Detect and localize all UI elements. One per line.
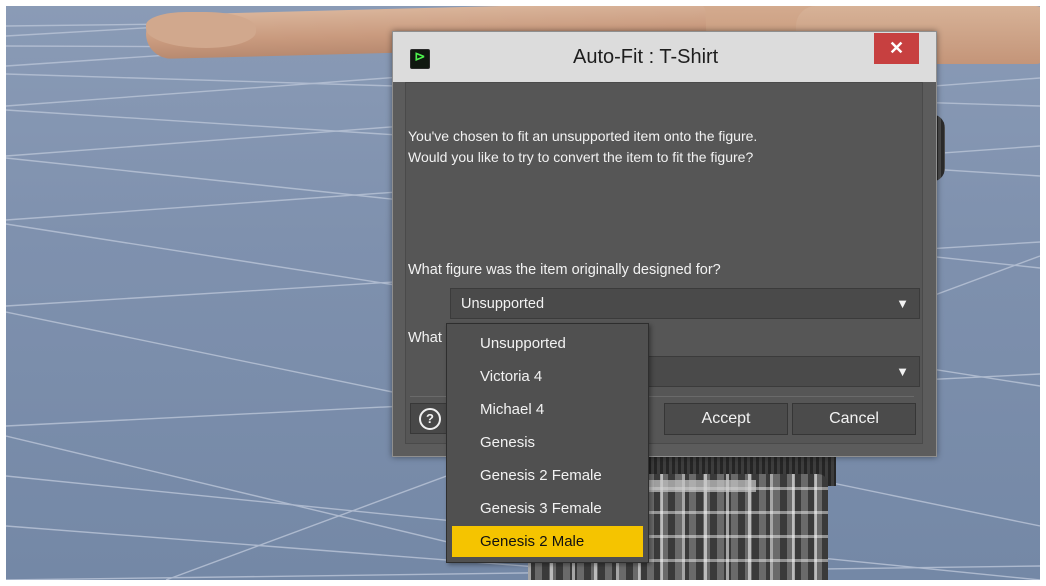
help-button[interactable]: ? [410, 403, 450, 434]
close-icon: ✕ [888, 38, 905, 58]
cancel-button[interactable]: Cancel [792, 403, 916, 435]
message-line-1: You've chosen to fit an unsupported item… [408, 128, 758, 144]
original-figure-select-value: Unsupported [461, 296, 545, 312]
chevron-down-icon: ▼ [896, 364, 909, 379]
help-icon: ? [419, 407, 441, 430]
message-line-2: Would you like to try to convert the ite… [408, 149, 754, 165]
dropdown-option-genesis-3-female[interactable]: Genesis 3 Female [452, 493, 643, 524]
dialog-message: You've chosen to fit an unsupported item… [408, 126, 908, 168]
original-figure-select[interactable]: Unsupported ▼ [450, 288, 920, 319]
figure-belt [646, 480, 756, 492]
dialog-titlebar[interactable]: ⊳ Auto-Fit : T-Shirt ✕ [393, 32, 936, 82]
figure-dropdown-list: Unsupported Victoria 4 Michael 4 Genesis… [446, 323, 649, 563]
app-icon: ⊳ [410, 49, 430, 69]
dropdown-option-unsupported[interactable]: Unsupported [452, 328, 643, 359]
accept-button[interactable]: Accept [664, 403, 788, 435]
dropdown-option-michael-4[interactable]: Michael 4 [452, 394, 643, 425]
dropdown-option-genesis[interactable]: Genesis [452, 427, 643, 458]
dropdown-option-genesis-2-male[interactable]: Genesis 2 Male [452, 526, 643, 557]
chevron-down-icon: ▼ [896, 296, 909, 311]
target-figure-question: What [408, 330, 442, 346]
dropdown-option-genesis-2-female[interactable]: Genesis 2 Female [452, 460, 643, 491]
dialog-title: Auto-Fit : T-Shirt [573, 46, 719, 68]
dropdown-option-victoria-4[interactable]: Victoria 4 [452, 361, 643, 392]
original-figure-question: What figure was the item originally desi… [408, 262, 721, 278]
close-button[interactable]: ✕ [874, 33, 919, 64]
